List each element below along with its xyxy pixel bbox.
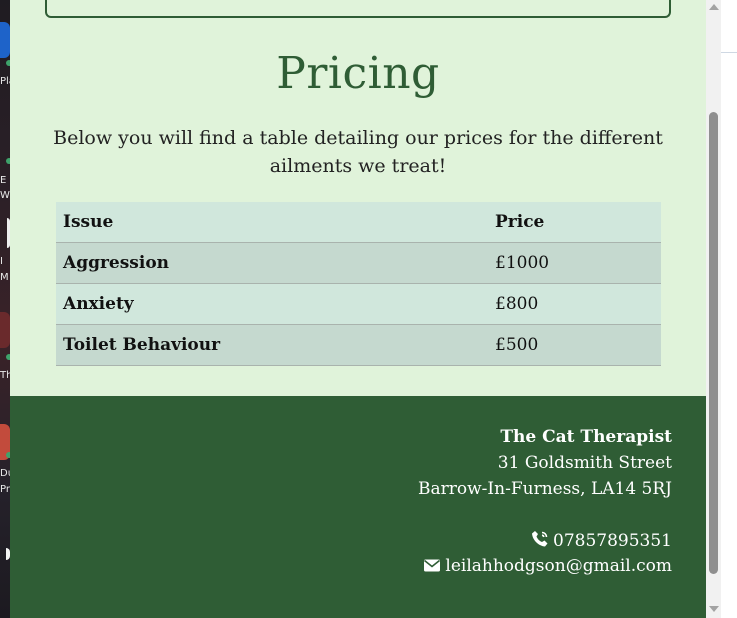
table-header-row: Issue Price	[56, 202, 661, 243]
desktop-label: Pla	[0, 76, 10, 87]
issue-cell: Anxiety	[56, 283, 488, 325]
desktop-app-icon[interactable]	[0, 22, 10, 58]
vertical-scrollbar[interactable]	[706, 0, 721, 618]
desktop-app-icon[interactable]	[0, 312, 10, 348]
outer-window-edge	[721, 0, 737, 618]
desktop-label: M	[0, 272, 9, 283]
business-name: The Cat Therapist	[500, 427, 672, 447]
envelope-icon	[423, 558, 441, 578]
scroll-up-arrow-icon[interactable]	[709, 4, 719, 10]
page-viewport: Pricing Below you will find a table deta…	[10, 0, 706, 618]
divider	[721, 52, 737, 53]
column-header-issue: Issue	[56, 202, 488, 243]
scrollbar-thumb[interactable]	[709, 112, 718, 574]
pricing-table: Issue Price Aggression £1000 Anxiety £80…	[56, 202, 661, 366]
desktop-label: Th	[0, 370, 10, 381]
price-cell: £500	[488, 324, 661, 366]
desktop-label: W	[0, 190, 10, 201]
scroll-down-arrow-icon[interactable]	[709, 606, 719, 612]
issue-cell: Toilet Behaviour	[56, 324, 488, 366]
address-line-2: Barrow-In-Furness, LA14 5RJ	[418, 479, 672, 499]
site-footer: The Cat Therapist 31 Goldsmith Street Ba…	[10, 396, 706, 618]
phone-number: 07857895351	[553, 531, 672, 551]
desktop-label: E	[0, 175, 7, 186]
phone-volume-icon	[531, 530, 549, 553]
desktop-label: I	[0, 256, 3, 267]
table-row: Aggression £1000	[56, 242, 661, 284]
email-link[interactable]: leilahhodgson@gmail.com	[423, 556, 672, 578]
issue-cell: Aggression	[56, 242, 488, 284]
price-cell: £1000	[488, 242, 661, 284]
desktop-label: Du	[0, 468, 10, 479]
email-address: leilahhodgson@gmail.com	[445, 556, 672, 576]
pricing-intro: Below you will find a table detailing ou…	[53, 127, 663, 177]
column-header-price: Price	[488, 202, 661, 243]
phone-link[interactable]: 07857895351	[531, 530, 672, 553]
desktop-label: Pri	[0, 484, 10, 495]
table-row: Toilet Behaviour £500	[56, 324, 661, 366]
price-cell: £800	[488, 283, 661, 325]
address-line-1: 31 Goldsmith Street	[497, 453, 672, 473]
desktop-background: Pla E W I M Th Du Pri	[0, 0, 10, 618]
table-row: Anxiety £800	[56, 283, 661, 325]
pricing-title: Pricing	[276, 48, 440, 99]
previous-section-card	[45, 0, 671, 18]
